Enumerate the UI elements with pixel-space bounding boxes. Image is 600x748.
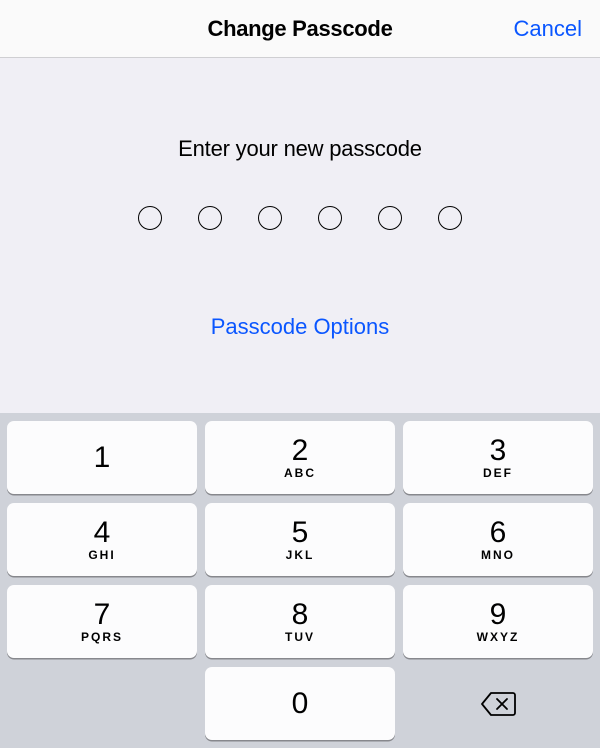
passcode-dot (258, 206, 282, 230)
key-digit: 8 (292, 600, 309, 630)
keypad-key-5[interactable]: 5 JKL (205, 503, 395, 576)
navigation-bar: Change Passcode Cancel (0, 0, 600, 58)
keypad-row: 4 GHI 5 JKL 6 MNO (7, 503, 593, 576)
keypad-key-7[interactable]: 7 PQRS (7, 585, 197, 658)
keypad-row: 7 PQRS 8 TUV 9 WXYZ (7, 585, 593, 658)
keypad-key-0[interactable]: 0 (205, 667, 395, 740)
passcode-dot (438, 206, 462, 230)
key-letters: MNO (481, 549, 515, 561)
cancel-button[interactable]: Cancel (514, 16, 582, 42)
key-digit: 2 (292, 436, 309, 466)
key-digit: 5 (292, 518, 309, 548)
passcode-dot (378, 206, 402, 230)
key-letters: TUV (285, 631, 315, 643)
keypad-key-6[interactable]: 6 MNO (403, 503, 593, 576)
passcode-options-button[interactable]: Passcode Options (211, 314, 390, 340)
passcode-dots (0, 206, 600, 230)
keypad-row: 1 2 ABC 3 DEF (7, 421, 593, 494)
backspace-icon (480, 691, 516, 717)
prompt-text: Enter your new passcode (0, 136, 600, 162)
key-letters: DEF (483, 467, 513, 479)
keypad-blank (7, 667, 197, 740)
key-digit: 0 (292, 689, 309, 719)
keypad-key-1[interactable]: 1 (7, 421, 197, 494)
keypad-key-4[interactable]: 4 GHI (7, 503, 197, 576)
key-digit: 4 (94, 518, 111, 548)
page-title: Change Passcode (207, 16, 392, 42)
passcode-dot (138, 206, 162, 230)
key-digit: 3 (490, 436, 507, 466)
key-digit: 6 (490, 518, 507, 548)
key-digit: 1 (94, 443, 111, 473)
key-letters: WXYZ (477, 631, 520, 643)
keypad-key-3[interactable]: 3 DEF (403, 421, 593, 494)
key-digit: 7 (94, 600, 111, 630)
key-letters: GHI (88, 549, 115, 561)
keypad-key-2[interactable]: 2 ABC (205, 421, 395, 494)
content-area: Enter your new passcode Passcode Options (0, 58, 600, 340)
key-letters: ABC (284, 467, 316, 479)
passcode-dot (198, 206, 222, 230)
key-letters: JKL (286, 549, 315, 561)
key-digit: 9 (490, 600, 507, 630)
passcode-dot (318, 206, 342, 230)
keypad-delete-button[interactable] (403, 667, 593, 740)
keypad-key-9[interactable]: 9 WXYZ (403, 585, 593, 658)
numeric-keypad: 1 2 ABC 3 DEF 4 GHI 5 JKL 6 MNO 7 PQRS 8 (0, 413, 600, 748)
key-letters: PQRS (81, 631, 123, 643)
keypad-row: 0 (7, 667, 593, 740)
keypad-key-8[interactable]: 8 TUV (205, 585, 395, 658)
